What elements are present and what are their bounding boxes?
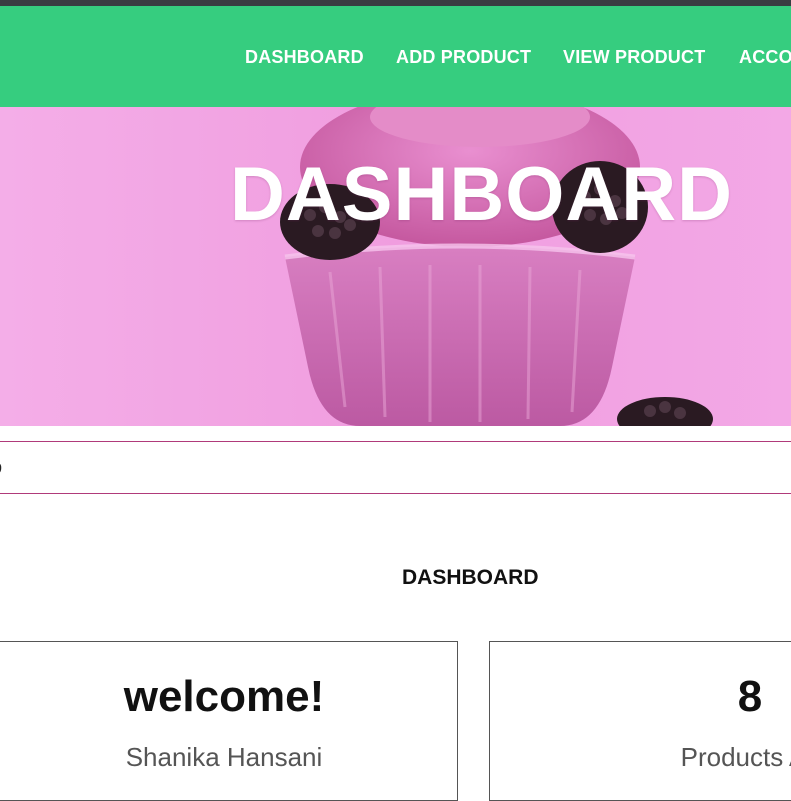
navbar: DASHBOARD ADD PRODUCT VIEW PRODUCT ACCO xyxy=(0,6,791,107)
section-title: DASHBOARD xyxy=(402,566,539,589)
nav-link-add-product[interactable]: ADD PRODUCT xyxy=(396,47,531,68)
welcome-heading: welcome! xyxy=(123,672,325,721)
nav-link-account[interactable]: ACCO xyxy=(739,47,791,68)
search-bar: p xyxy=(0,441,791,494)
hero-banner: DASHBOARD xyxy=(0,107,791,426)
nav-link-view-product[interactable]: VIEW PRODUCT xyxy=(563,47,705,68)
user-name: Shanika Hansani xyxy=(125,742,323,772)
products-count: 8 xyxy=(737,672,763,721)
hero-title: DASHBOARD xyxy=(230,152,733,237)
welcome-card: welcome! Shanika Hansani xyxy=(0,641,458,801)
nav-link-dashboard[interactable]: DASHBOARD xyxy=(245,47,364,68)
products-count-card: 8 Products Ac xyxy=(489,641,791,801)
search-input[interactable] xyxy=(0,442,791,493)
products-count-label: Products Ac xyxy=(680,742,791,772)
